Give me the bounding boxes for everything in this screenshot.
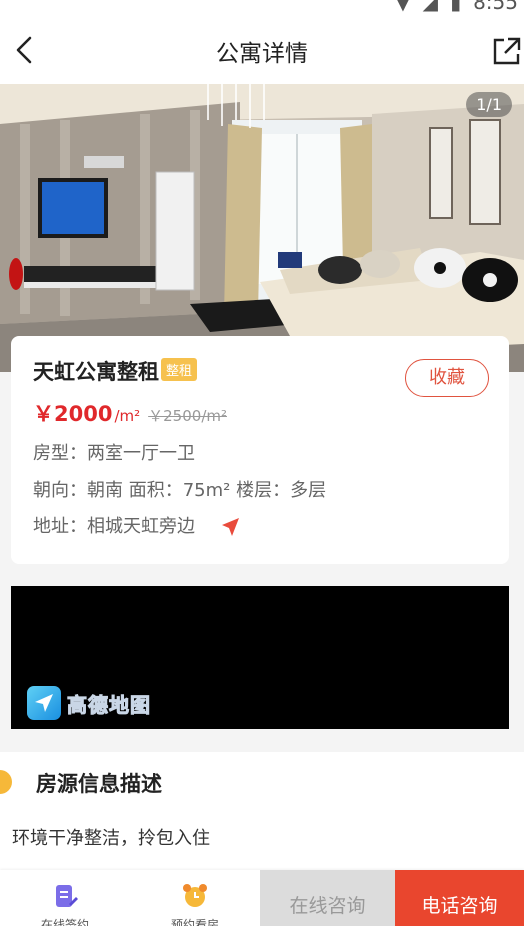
layout-info: 房型：两室一厅一卫: [33, 443, 195, 464]
price: ￥2000: [33, 402, 113, 426]
description-section: 房源信息描述 环境干净整洁，拎包入住: [0, 752, 524, 870]
apartment-photo[interactable]: [0, 84, 524, 372]
map-logo: 高德地图: [27, 686, 151, 720]
price-unit: /m²: [114, 407, 141, 425]
amap-logo-icon: [27, 686, 61, 720]
orientation-area-floor-info: 朝向：朝南 面积：75m² 楼层：多层: [33, 480, 327, 501]
section-heading: 房源信息描述: [36, 772, 162, 796]
listing-title: 天虹公寓整租: [33, 360, 159, 384]
battery-icon: ▮: [450, 0, 462, 14]
bottom-action-bar: 在线签约 预约看房 在线咨询 电话咨询: [0, 870, 524, 926]
status-icons: ▼ ◢ ▮ 8:55: [395, 0, 518, 14]
wifi-icon: ▼: [395, 0, 411, 14]
favorite-button[interactable]: 收藏: [405, 359, 489, 397]
description-text: 环境干净整洁，拎包入住: [12, 828, 210, 849]
document-icon: [51, 882, 79, 910]
tab-label: 在线签约: [40, 918, 89, 926]
map-view[interactable]: 高德地图: [11, 586, 509, 729]
status-bar: ▼ ◢ ▮ 8:55: [0, 0, 524, 14]
status-time: 8:55: [473, 0, 518, 14]
price-row: ￥2000 /m² ￥2500/m²: [33, 398, 227, 428]
online-consult-button[interactable]: 在线咨询: [260, 870, 395, 926]
section-marker: [0, 770, 12, 794]
image-counter: 1/1: [466, 92, 512, 117]
rental-type-tag: 整租: [161, 358, 198, 381]
navigation-arrow-icon[interactable]: [219, 516, 241, 538]
address-row: 地址：相城天虹旁边: [33, 512, 241, 538]
address-info: 地址：相城天虹旁边: [33, 516, 195, 537]
signal-icon: ◢: [422, 0, 439, 14]
navbar: 公寓详情: [0, 14, 524, 84]
share-icon[interactable]: [490, 34, 524, 68]
phone-consult-button[interactable]: 电话咨询: [395, 870, 524, 926]
alarm-clock-icon: [181, 882, 209, 910]
tab-label: 预约看房: [170, 918, 219, 926]
listing-card: 天虹公寓整租 整租 收藏 ￥2000 /m² ￥2500/m² 房型：两室一厅一…: [11, 336, 509, 564]
tab-book-viewing[interactable]: 预约看房: [130, 870, 260, 926]
map-logo-text: 高德地图: [67, 692, 151, 717]
original-price: ￥2500/m²: [148, 407, 227, 425]
tab-online-sign[interactable]: 在线签约: [0, 870, 130, 926]
page-title: 公寓详情: [216, 41, 308, 67]
